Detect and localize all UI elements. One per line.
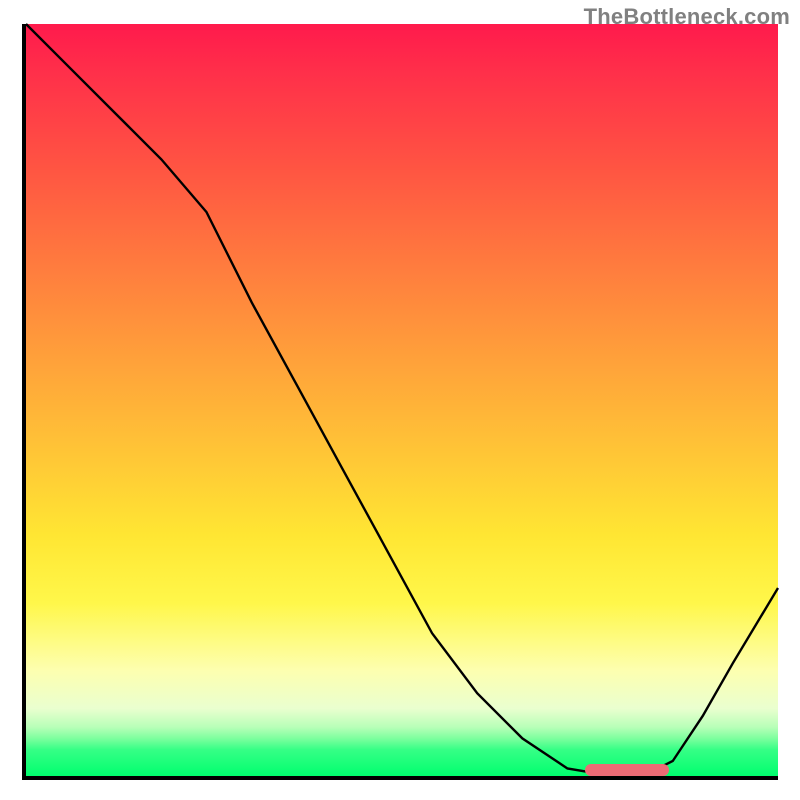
optimum-range-marker: [585, 764, 668, 776]
curve-path: [26, 24, 778, 776]
bottleneck-curve: [26, 24, 778, 776]
chart-container: TheBottleneck.com: [0, 0, 800, 800]
plot-area: [22, 24, 778, 780]
attribution-label: TheBottleneck.com: [584, 4, 790, 30]
